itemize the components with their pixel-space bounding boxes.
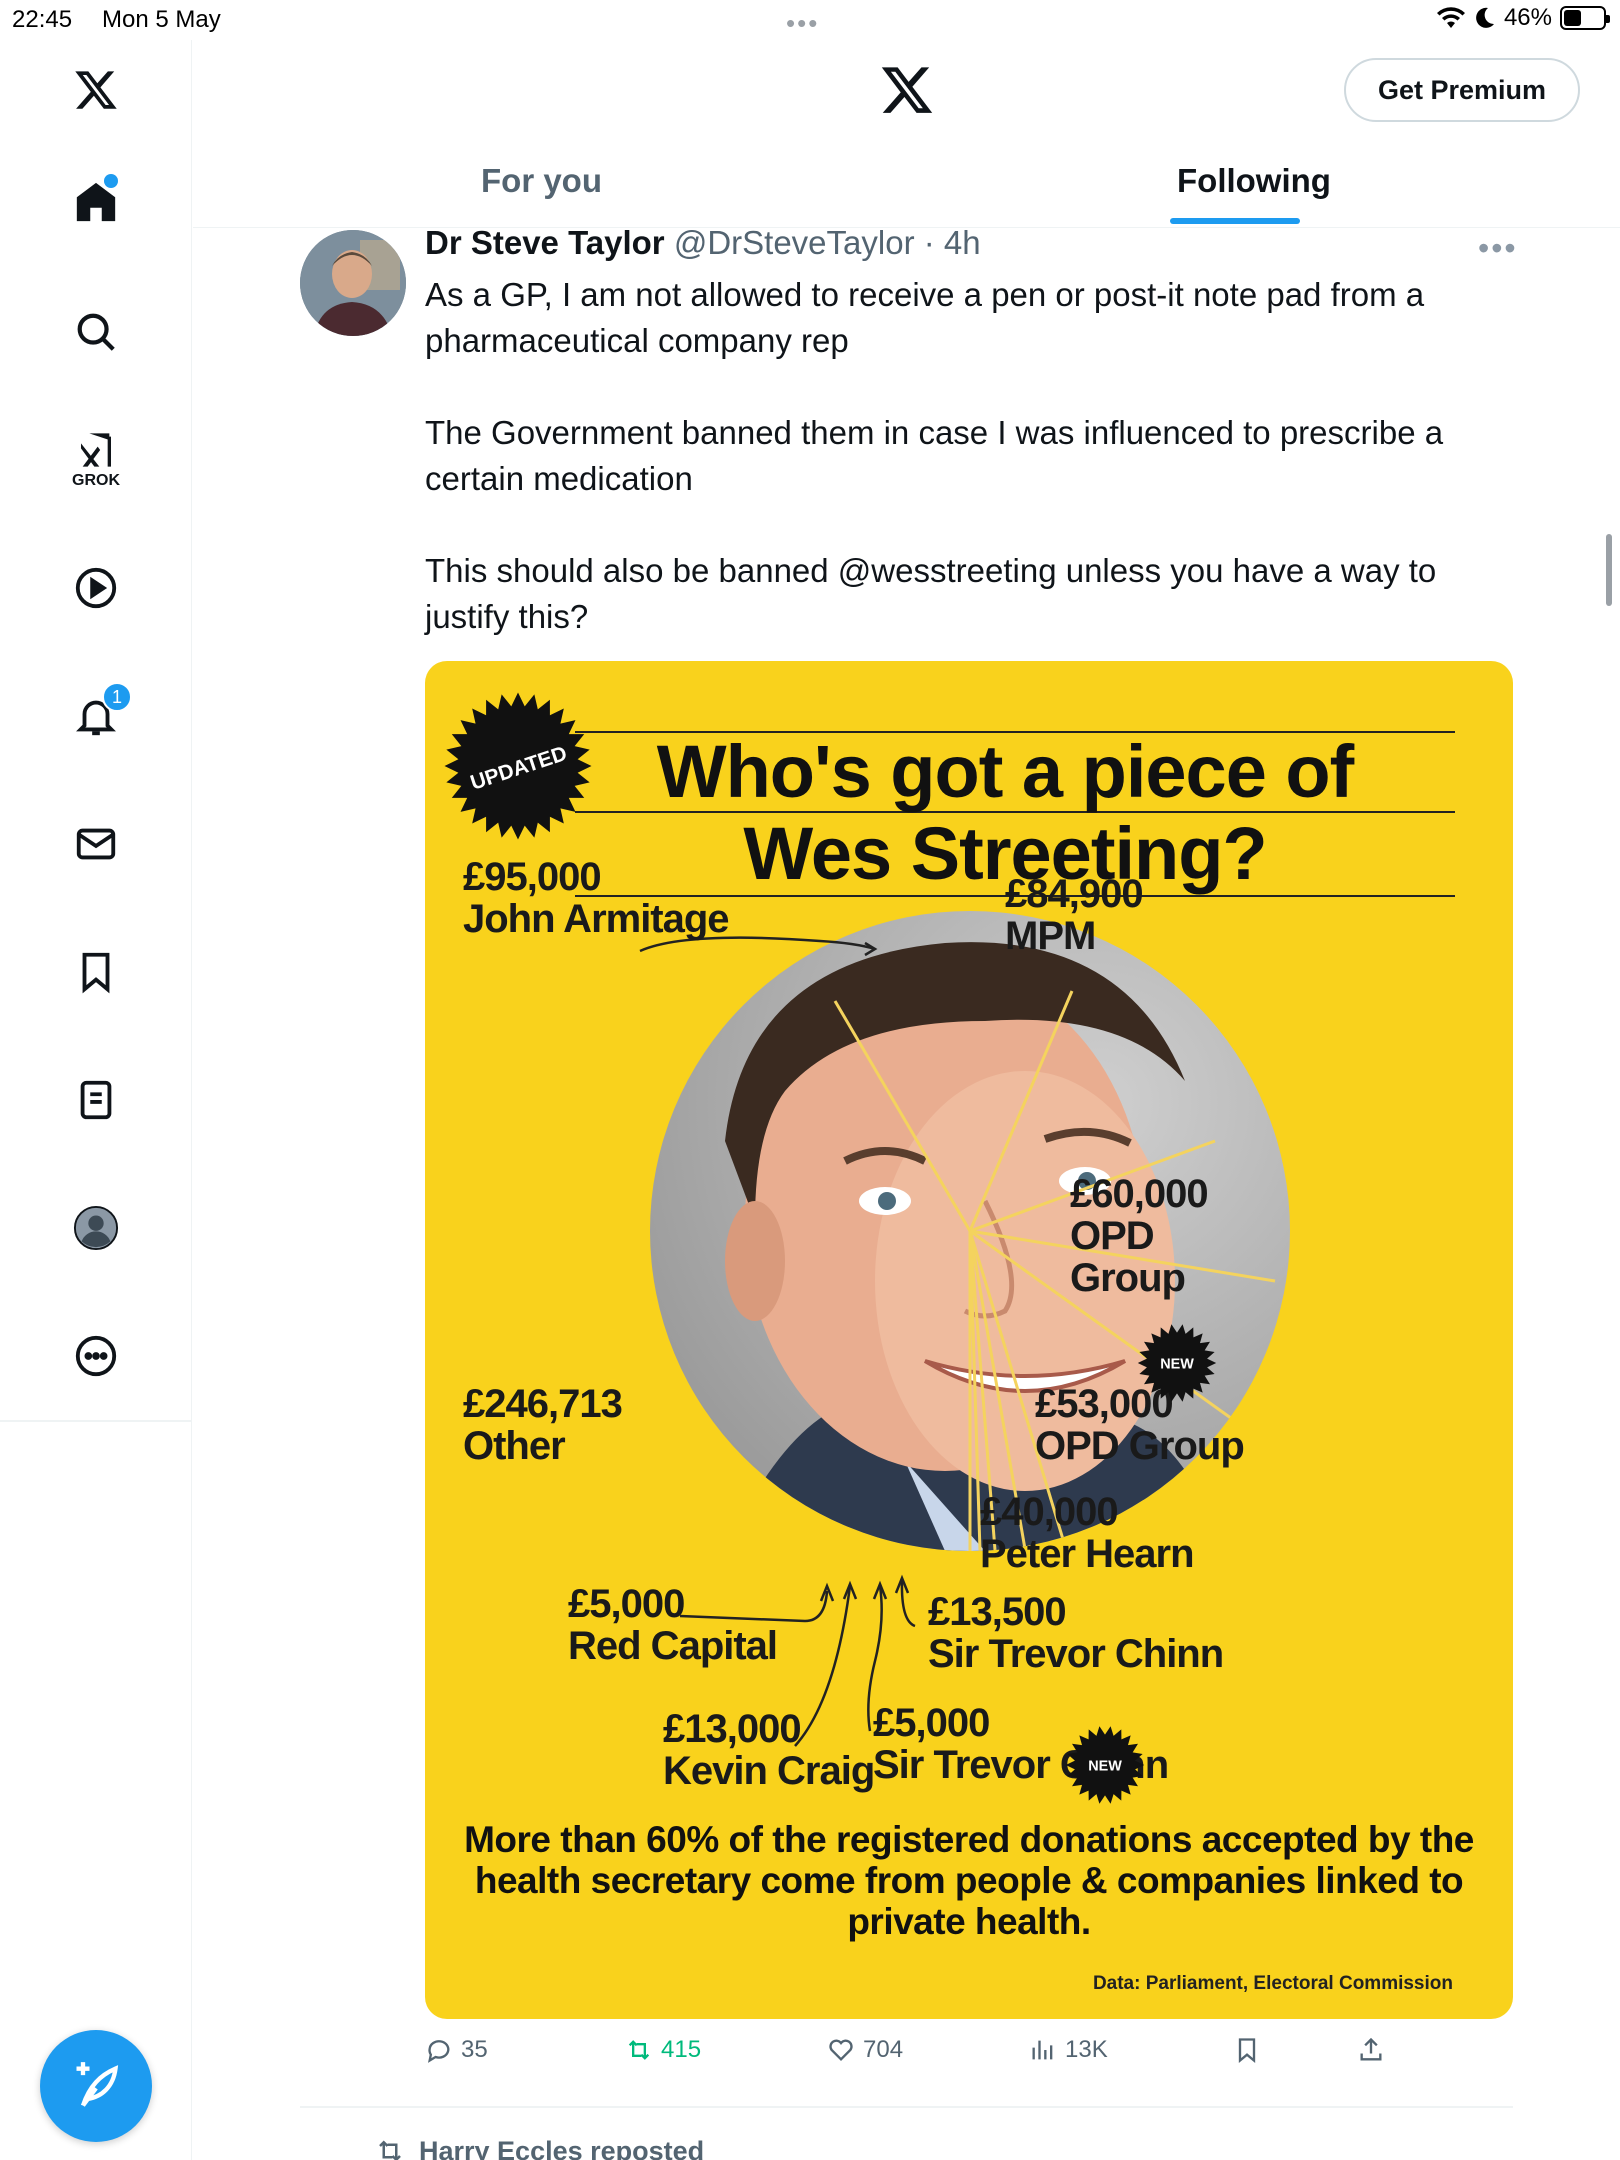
views-count: 13K: [1065, 2036, 1108, 2063]
status-right: 46%: [1436, 4, 1610, 32]
get-premium-button[interactable]: Get Premium: [1343, 58, 1580, 122]
new-stamp-text: NEW: [1088, 1759, 1122, 1775]
repost-button[interactable]: 415: [625, 2036, 701, 2064]
repost-icon: [379, 2140, 401, 2160]
repost-text: Harry Eccles reposted: [419, 2136, 705, 2160]
tweet-actions: 35 415 704 13K: [425, 2036, 1425, 2080]
label-name: OPD Group: [1035, 1424, 1245, 1468]
reply-icon: [428, 2040, 450, 2063]
status-time: 22:45: [12, 6, 73, 33]
views-icon: [1032, 2040, 1053, 2060]
label-opd-group-1: £60,000 OPD Group: [1070, 1172, 1209, 1300]
label-kevin-craig: £13,000 Kevin Craig: [663, 1707, 875, 1793]
label-amount: £5,000: [568, 1582, 685, 1626]
tab-active-indicator: [1170, 218, 1300, 224]
bookmark-icon: [1238, 2038, 1256, 2063]
label-amount: £13,000: [663, 1707, 802, 1751]
heart-icon: [829, 2039, 853, 2061]
more-icon[interactable]: [56, 1316, 136, 1396]
label-name: Red Capital: [568, 1624, 778, 1668]
label-name: OPD: [1070, 1214, 1155, 1258]
label-mpm: £84,900 MPM: [1005, 872, 1144, 958]
battery-icon: [1560, 6, 1610, 30]
nav-divider: [0, 1420, 192, 1422]
share-button[interactable]: [1357, 2036, 1385, 2064]
tweet-header: Dr Steve Taylor @DrSteveTaylor · 4h: [425, 224, 981, 262]
new-stamp-1: NEW: [1137, 1324, 1217, 1402]
label-name: Kevin Craig: [663, 1749, 875, 1793]
author-handle[interactable]: @DrSteveTaylor: [674, 224, 915, 261]
label-john-armitage: £95,000 John Armitage: [463, 855, 730, 941]
label-name: John Armitage: [463, 897, 730, 941]
tweet-image[interactable]: UPDATED Who's got a piece of Wes Streeti…: [425, 661, 1513, 2019]
label-other: £246,713 Other: [463, 1382, 623, 1468]
multitasking-dots-icon[interactable]: •••: [786, 8, 819, 39]
bell-icon[interactable]: 1: [56, 676, 136, 756]
label-name-line2: Group: [1070, 1256, 1186, 1300]
label-amount: £246,713: [463, 1382, 623, 1426]
timeline-header: Get Premium For you Following: [193, 40, 1620, 228]
tab-following[interactable]: Following: [1177, 162, 1331, 200]
profile-icon[interactable]: [56, 1188, 136, 1268]
author-name[interactable]: Dr Steve Taylor: [425, 224, 665, 261]
label-peter-hearn: £40,000 Peter Hearn: [980, 1490, 1195, 1576]
label-amount: £13,500: [928, 1590, 1067, 1634]
wifi-icon: [1436, 7, 1465, 29]
tweet-divider: [300, 2106, 1513, 2108]
mail-icon[interactable]: [56, 804, 136, 884]
label-trevor-chinn-1: £13,500 Sir Trevor Chinn: [928, 1590, 1224, 1676]
repost-icon: [628, 2040, 650, 2060]
status-bar: 22:45 Mon 5 May ••• 46%: [0, 0, 1620, 40]
x-logo-icon[interactable]: [879, 62, 935, 118]
poster-footer: More than 60% of the registered donation…: [464, 1819, 1474, 1942]
share-icon: [1360, 2037, 1382, 2061]
lists-icon[interactable]: [56, 1060, 136, 1140]
grok-icon[interactable]: GROK: [56, 420, 136, 500]
bookmark-icon[interactable]: [56, 932, 136, 1012]
battery-percent: 46%: [1503, 4, 1552, 31]
like-count: 704: [863, 2036, 904, 2063]
views-button[interactable]: 13K: [1029, 2036, 1108, 2064]
label-name: MPM: [1005, 914, 1096, 958]
label-name: Sir Trevor Chinn: [928, 1632, 1224, 1676]
video-icon[interactable]: [56, 548, 136, 628]
new-stamp-2: NEW: [1065, 1726, 1145, 1804]
moon-icon: [1476, 7, 1494, 28]
tweet-text: As a GP, I am not allowed to receive a p…: [425, 276, 1444, 635]
like-button[interactable]: 704: [827, 2036, 903, 2064]
label-amount: £60,000: [1070, 1172, 1209, 1216]
home-unread-dot: [104, 174, 118, 188]
status-date: Mon 5 May: [102, 6, 221, 33]
tweet-more-icon[interactable]: •••: [1478, 230, 1518, 267]
bookmark-button[interactable]: [1233, 2036, 1261, 2064]
left-nav: GROK 1: [0, 40, 192, 2160]
label-name: Peter Hearn: [980, 1532, 1195, 1576]
label-amount: £95,000: [463, 855, 602, 899]
poster-credit: Data: Parliament, Electoral Commission: [1092, 1973, 1453, 1994]
tab-for-you[interactable]: For you: [481, 162, 602, 200]
repost-count: 415: [661, 2036, 702, 2063]
tweet-time[interactable]: · 4h: [924, 224, 981, 261]
x-logo-icon[interactable]: [56, 50, 136, 130]
search-icon[interactable]: [56, 292, 136, 372]
label-amount: £40,000: [980, 1490, 1119, 1534]
feather-plus-icon: [76, 2062, 119, 2107]
label-amount: £84,900: [1005, 872, 1144, 916]
label-red-capital: £5,000 Red Capital: [568, 1582, 778, 1668]
next-tweet-repost-indicator[interactable]: Harry Eccles reposted: [375, 2136, 704, 2160]
scrollbar[interactable]: [1606, 534, 1612, 606]
notifications-badge: 1: [102, 682, 132, 712]
avatar[interactable]: [300, 230, 406, 336]
new-stamp-text: NEW: [1160, 1357, 1194, 1373]
reply-count: 35: [461, 2036, 488, 2063]
compose-button[interactable]: [40, 2030, 152, 2142]
home-icon[interactable]: [56, 162, 136, 242]
grok-label: GROK: [72, 472, 120, 489]
reply-button[interactable]: 35: [425, 2036, 488, 2064]
label-name: Other: [463, 1424, 566, 1468]
battery-fill: [1564, 10, 1582, 26]
